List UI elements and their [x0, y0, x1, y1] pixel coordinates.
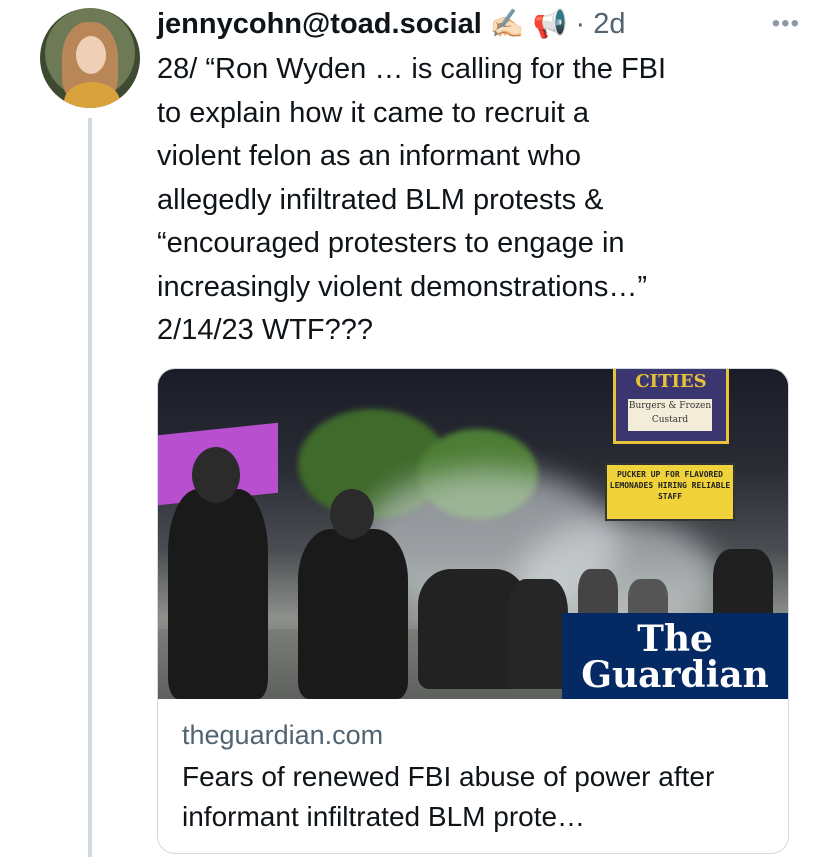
card-meta: theguardian.com Fears of renewed FBI abu…	[182, 717, 768, 837]
restaurant-sign-title: CITIES	[635, 371, 707, 392]
card-title: Fears of renewed FBI abuse of power afte…	[182, 761, 715, 832]
tweet-header: jennycohn@toad.social ✍🏻 📢 · 2d	[157, 4, 788, 44]
guardian-logo-line-1: The	[637, 618, 713, 660]
more-options-icon[interactable]: •••	[772, 10, 800, 38]
restaurant-sign-sub: Burgers & Frozen Custard	[628, 399, 712, 431]
user-handle[interactable]: jennycohn@toad.social	[157, 8, 482, 41]
link-card[interactable]: CITIES Burgers & Frozen Custard PUCKER U…	[157, 368, 789, 854]
protester-figure	[508, 579, 568, 689]
timestamp[interactable]: 2d	[593, 8, 625, 41]
protester-figure	[168, 489, 268, 699]
card-image: CITIES Burgers & Frozen Custard PUCKER U…	[158, 369, 788, 699]
protester-head	[192, 447, 240, 503]
avatar-face	[76, 36, 106, 74]
guardian-logo-line-2: Guardian	[581, 654, 769, 696]
restaurant-sign: CITIES Burgers & Frozen Custard	[613, 369, 729, 444]
megaphone-emoji: 📢	[532, 8, 568, 39]
thread-connector-line	[88, 118, 92, 857]
card-domain: theguardian.com	[182, 720, 384, 750]
separator-dot: ·	[575, 7, 586, 40]
tweet-text: 28/ “Ron Wyden … is calling for the FBI …	[157, 53, 667, 346]
guardian-logo: The Guardian	[562, 613, 788, 699]
lemonade-sign: PUCKER UP FOR FLAVORED LEMONADES HIRING …	[605, 463, 735, 521]
protester-figure	[298, 529, 408, 699]
protester-head	[330, 489, 374, 539]
writing-hand-emoji: ✍🏻	[489, 8, 525, 39]
avatar[interactable]	[40, 8, 140, 108]
